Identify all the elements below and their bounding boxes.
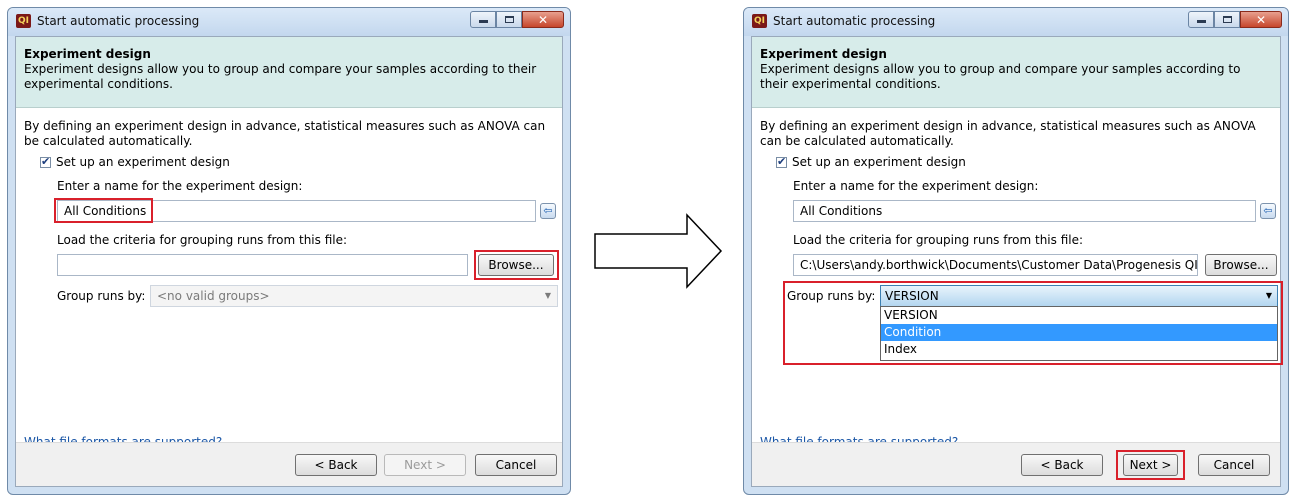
criteria-file-input[interactable] (57, 254, 468, 276)
cancel-button[interactable]: Cancel (475, 454, 557, 476)
group-label: Group runs by: (57, 289, 146, 303)
cancel-button[interactable]: Cancel (1198, 454, 1270, 476)
window-title: Start automatic processing (773, 14, 936, 28)
minimize-button[interactable] (1188, 11, 1214, 28)
dropdown-option[interactable]: Index (881, 341, 1277, 358)
dialog-client: Experiment design Experiment designs all… (751, 36, 1283, 487)
wizard-body: By defining an experiment design in adva… (752, 108, 1283, 449)
close-icon: ✕ (1255, 12, 1267, 27)
close-button[interactable]: ✕ (522, 11, 564, 28)
group-label: Group runs by: (787, 289, 876, 303)
wizard-header: Experiment design Experiment designs all… (752, 37, 1280, 108)
setup-design-checkbox-row[interactable]: ✔ Set up an experiment design (40, 155, 230, 169)
maximize-icon (505, 16, 514, 23)
design-name-input[interactable]: All Conditions (57, 200, 536, 222)
intro-text: By defining an experiment design in adva… (24, 119, 546, 148)
apply-arrow-button[interactable]: ⇦ (1260, 203, 1276, 219)
header-description: Experiment designs allow you to group an… (760, 62, 1241, 91)
maximize-button[interactable] (496, 11, 522, 28)
dialog-before: QI Start automatic processing ✕ Experime… (7, 7, 571, 495)
next-button[interactable]: Next > (384, 454, 466, 476)
criteria-label: Load the criteria for grouping runs from… (793, 233, 1084, 247)
arrow-left-icon: ⇦ (543, 204, 553, 217)
setup-design-checkbox[interactable]: ✔ (776, 154, 787, 168)
design-name-input[interactable]: All Conditions (793, 200, 1256, 222)
checkmark-icon: ✔ (41, 154, 51, 168)
header-title: Experiment design (760, 47, 887, 61)
dialog-client: Experiment design Experiment designs all… (15, 36, 563, 487)
dialog-after: QI Start automatic processing ✕ Experime… (743, 7, 1289, 495)
dropdown-option-selected[interactable]: Condition (881, 324, 1277, 341)
header-title: Experiment design (24, 47, 151, 61)
setup-design-checkbox[interactable]: ✔ (40, 154, 51, 168)
back-button[interactable]: < Back (295, 454, 377, 476)
checkmark-icon: ✔ (777, 154, 787, 168)
setup-design-checkbox-row[interactable]: ✔ Set up an experiment design (776, 155, 966, 169)
minimize-button[interactable] (470, 11, 496, 28)
criteria-file-input[interactable]: C:\Users\andy.borthwick\Documents\Custom… (793, 254, 1198, 276)
name-label: Enter a name for the experiment design: (57, 179, 303, 193)
name-label: Enter a name for the experiment design: (793, 179, 1039, 193)
group-by-value: VERSION (885, 289, 939, 303)
window-title: Start automatic processing (37, 14, 200, 28)
wizard-body: By defining an experiment design in adva… (16, 108, 562, 449)
browse-button[interactable]: Browse... (1205, 254, 1277, 276)
group-by-dropdown-list[interactable]: VERSION Condition Index (880, 306, 1278, 361)
title-bar[interactable]: QI Start automatic processing ✕ (744, 8, 1288, 36)
title-bar[interactable]: QI Start automatic processing ✕ (8, 8, 570, 36)
intro-text: By defining an experiment design in adva… (760, 119, 1256, 148)
group-by-value: <no valid groups> (157, 289, 270, 303)
transition-arrow-icon (594, 213, 723, 289)
app-logo-icon: QI (16, 14, 31, 28)
group-by-select[interactable]: <no valid groups> ▼ (150, 285, 558, 307)
close-icon: ✕ (537, 12, 549, 27)
wizard-footer: < Back Next > Cancel (752, 442, 1280, 486)
back-button[interactable]: < Back (1021, 454, 1103, 476)
apply-arrow-button[interactable]: ⇦ (540, 203, 556, 219)
setup-design-label: Set up an experiment design (792, 155, 966, 169)
wizard-header: Experiment design Experiment designs all… (16, 37, 562, 108)
header-description: Experiment designs allow you to group an… (24, 62, 537, 91)
close-button[interactable]: ✕ (1240, 11, 1282, 28)
minimize-icon (479, 20, 488, 23)
browse-button[interactable]: Browse... (478, 254, 554, 276)
criteria-label: Load the criteria for grouping runs from… (57, 233, 348, 247)
maximize-icon (1223, 16, 1232, 23)
dropdown-arrow-icon: ▼ (1265, 291, 1272, 300)
wizard-footer: < Back Next > Cancel (16, 442, 562, 486)
arrow-left-icon: ⇦ (1263, 204, 1273, 217)
dropdown-option[interactable]: VERSION (881, 307, 1277, 324)
dropdown-arrow-icon: ▼ (544, 291, 551, 300)
app-logo-icon: QI (752, 14, 767, 28)
group-by-select[interactable]: VERSION ▼ (880, 285, 1278, 307)
minimize-icon (1197, 20, 1206, 23)
maximize-button[interactable] (1214, 11, 1240, 28)
setup-design-label: Set up an experiment design (56, 155, 230, 169)
next-button[interactable]: Next > (1123, 454, 1178, 476)
